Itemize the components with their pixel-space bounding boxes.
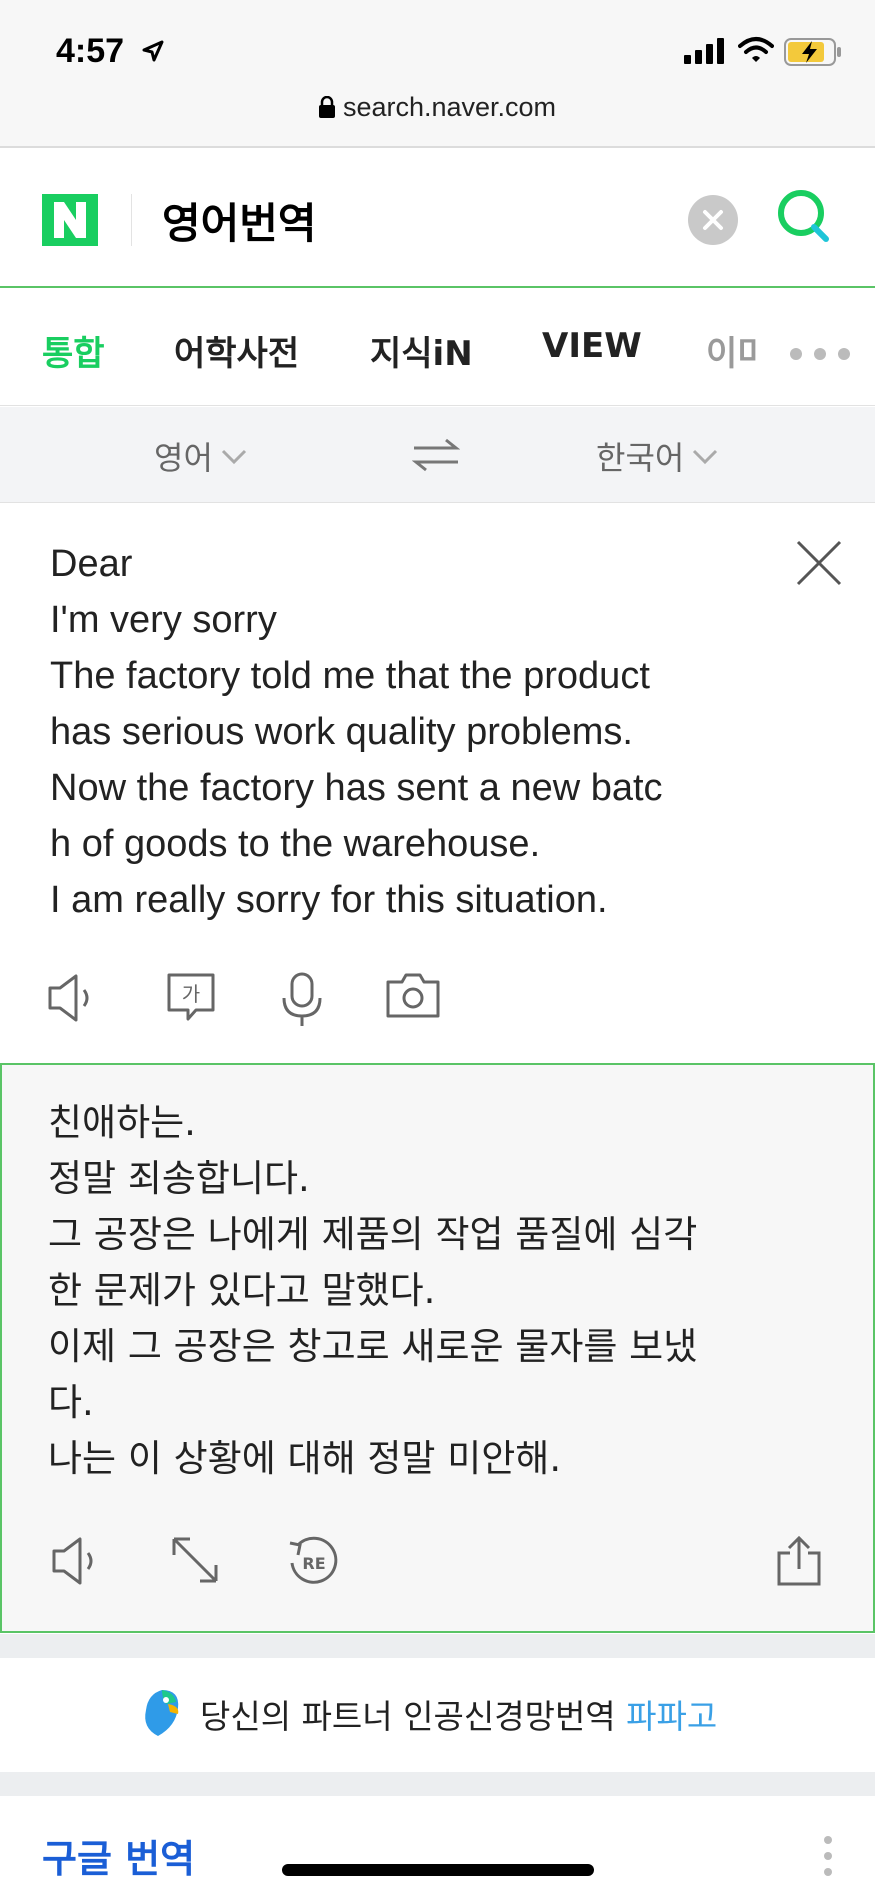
cellular-signal-icon bbox=[684, 38, 724, 64]
browser-status-bar: 4:57 search.naver.com bbox=[0, 0, 875, 148]
source-text[interactable]: Dear I'm very sorry The factory told me … bbox=[50, 536, 663, 928]
target-language-select[interactable]: 한국어 bbox=[596, 433, 718, 479]
share-icon[interactable] bbox=[776, 1535, 822, 1587]
more-dots-icon[interactable] bbox=[788, 346, 852, 362]
microphone-icon[interactable] bbox=[280, 972, 324, 1028]
tab-image[interactable]: 이미 bbox=[706, 326, 758, 375]
papago-promo-text: 당신의 파트너 인공신경망번역 파파고 bbox=[200, 1690, 717, 1738]
translated-line: 다. bbox=[48, 1381, 94, 1424]
language-selector-bar: 영어 한국어 bbox=[0, 407, 875, 503]
translated-line: 그 공장은 나에게 제품의 작업 품질에 심각 bbox=[48, 1213, 698, 1256]
clear-icon bbox=[703, 210, 723, 230]
google-translate-title[interactable]: 구글 번역 bbox=[42, 1828, 195, 1883]
speaker-icon[interactable] bbox=[46, 972, 102, 1024]
camera-icon[interactable] bbox=[386, 972, 440, 1018]
lock-icon bbox=[318, 96, 335, 118]
header-divider bbox=[131, 194, 132, 246]
source-line: I am really sorry for this situation. bbox=[50, 879, 608, 921]
chevron-down-icon bbox=[221, 449, 246, 465]
source-line: I'm very sorry bbox=[50, 599, 277, 641]
promo-label: 당신의 파트너 인공신경망번역 bbox=[200, 1697, 627, 1736]
translated-line: 한 문제가 있다고 말했다. bbox=[48, 1269, 436, 1312]
url-text: search.naver.com bbox=[342, 92, 557, 122]
search-icon bbox=[778, 190, 829, 242]
translated-line: 이제 그 공장은 창고로 새로운 물자를 보냈 bbox=[48, 1325, 698, 1368]
retranslate-icon[interactable]: RE bbox=[286, 1535, 340, 1589]
google-title-prefix: 구글 bbox=[42, 1837, 126, 1881]
search-query[interactable]: 영어번역 bbox=[162, 190, 317, 251]
naver-logo[interactable] bbox=[42, 194, 98, 246]
search-header: 영어번역 bbox=[0, 150, 875, 288]
source-text-panel[interactable]: Dear I'm very sorry The factory told me … bbox=[0, 504, 875, 1062]
translated-line: 나는 이 상황에 대해 정말 미안해. bbox=[48, 1437, 562, 1480]
swap-languages-icon[interactable] bbox=[412, 437, 460, 473]
svg-text:가: 가 bbox=[182, 982, 200, 1006]
location-arrow-icon bbox=[142, 40, 164, 62]
source-line: has serious work quality problems. bbox=[50, 711, 633, 753]
section-gap bbox=[0, 1772, 875, 1796]
papago-promo[interactable]: 당신의 파트너 인공신경망번역 파파고 bbox=[0, 1658, 875, 1772]
search-button[interactable] bbox=[774, 186, 836, 252]
speaker-icon[interactable] bbox=[50, 1535, 106, 1587]
status-time: 4:57 bbox=[56, 32, 125, 70]
naver-n-icon bbox=[54, 202, 86, 238]
section-gap bbox=[0, 1634, 875, 1658]
source-language-label: 영어 bbox=[154, 439, 213, 477]
papago-parrot-icon bbox=[145, 1690, 179, 1736]
source-line: Now the factory has sent a new batc bbox=[50, 767, 663, 809]
chevron-down-icon bbox=[693, 449, 718, 465]
source-line: Dear bbox=[50, 543, 133, 585]
tab-integrated[interactable]: 통합 bbox=[42, 326, 105, 375]
battery-charging-icon bbox=[784, 38, 841, 66]
google-title-main: 번역 bbox=[125, 1837, 196, 1881]
home-indicator[interactable] bbox=[282, 1864, 594, 1876]
tab-dictionary[interactable]: 어학사전 bbox=[174, 326, 299, 375]
tab-knowledge-in[interactable]: 지식iN bbox=[370, 326, 473, 375]
more-vertical-icon[interactable] bbox=[822, 1834, 834, 1878]
wifi-icon bbox=[738, 37, 774, 62]
hanja-keyboard-icon[interactable]: 가 bbox=[166, 972, 216, 1024]
svg-text:RE: RE bbox=[302, 1554, 325, 1573]
translated-line: 친애하는. bbox=[48, 1101, 196, 1144]
close-icon[interactable] bbox=[796, 540, 842, 586]
address-bar[interactable]: search.naver.com bbox=[0, 92, 875, 123]
clear-search-button[interactable] bbox=[688, 195, 738, 245]
target-language-label: 한국어 bbox=[596, 439, 685, 477]
expand-icon[interactable] bbox=[170, 1535, 220, 1585]
translated-text: 친애하는. 정말 죄송합니다. 그 공장은 나에게 제품의 작업 품질에 심각 … bbox=[48, 1095, 697, 1487]
source-line: h of goods to the warehouse. bbox=[50, 823, 541, 865]
google-translate-section: 구글 번역 bbox=[0, 1796, 875, 1895]
papago-link[interactable]: 파파고 bbox=[626, 1697, 717, 1736]
source-language-select[interactable]: 영어 bbox=[154, 433, 247, 479]
tab-view[interactable]: VIEW bbox=[542, 326, 642, 366]
translated-line: 정말 죄송합니다. bbox=[48, 1157, 310, 1200]
translation-result-panel: 친애하는. 정말 죄송합니다. 그 공장은 나에게 제품의 작업 품질에 심각 … bbox=[0, 1063, 875, 1633]
search-tabs: 통합 어학사전 지식iN VIEW 이미 bbox=[0, 290, 875, 406]
source-line: The factory told me that the product bbox=[50, 655, 650, 697]
